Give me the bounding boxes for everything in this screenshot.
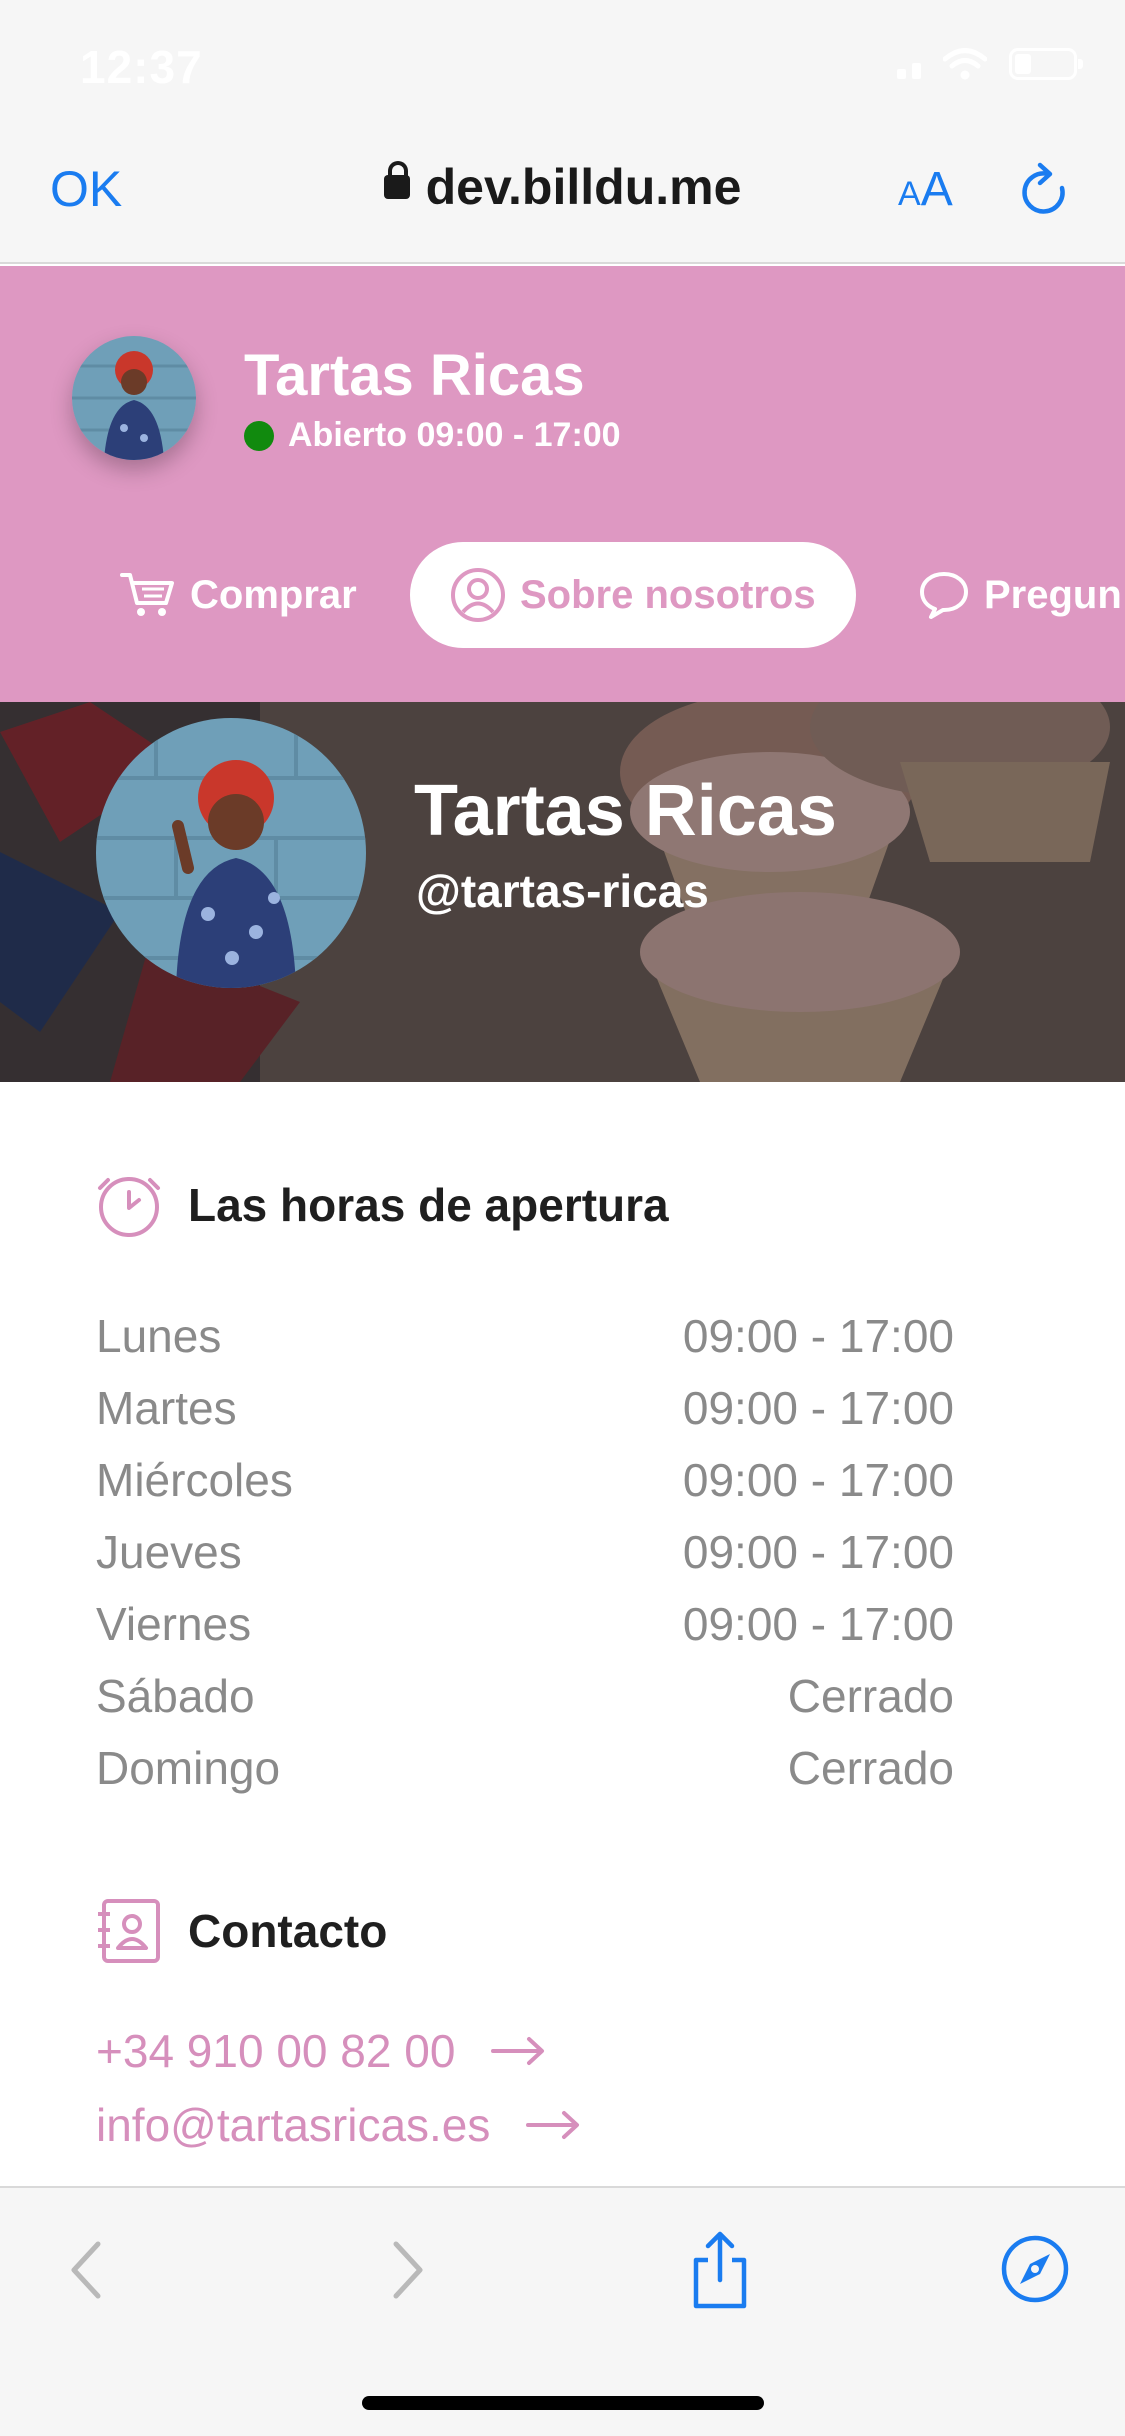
- list-item: Jueves 09:00 - 17:00: [96, 1526, 954, 1578]
- opening-hours-list: Lunes 09:00 - 17:00 Martes 09:00 - 17:00 M…: [96, 1300, 954, 1804]
- tab-preguntas[interactable]: Pregun: [918, 542, 1122, 648]
- phone-link[interactable]: +34 910 00 82 00: [96, 2024, 545, 2078]
- shop-header: Tartas Ricas Abierto 09:00 - 17:00 Compr…: [0, 266, 1125, 702]
- status-icons: [897, 48, 1083, 80]
- profile-handle: @tartas-ricas: [416, 865, 709, 917]
- tab-sobre-nosotros[interactable]: Sobre nosotros: [410, 542, 856, 648]
- compass-icon[interactable]: [1000, 2234, 1070, 2304]
- list-item: Domingo Cerrado: [96, 1742, 954, 1794]
- status-time: 12:37: [80, 41, 203, 93]
- list-item: Miércoles 09:00 - 17:00: [96, 1454, 954, 1506]
- open-status-dot: [244, 420, 274, 451]
- shop-name: Tartas Ricas: [244, 343, 585, 408]
- arrow-right-icon: [491, 2037, 545, 2065]
- browser-url-bar: OK dev.billdu.me AA: [0, 132, 1125, 264]
- open-status: Abierto 09:00 - 17:00: [244, 416, 621, 455]
- battery-icon: [1009, 48, 1083, 80]
- clock-icon: [98, 1177, 160, 1237]
- lock-icon: [383, 160, 410, 199]
- contact-section-title: Contacto: [96, 1898, 387, 1964]
- list-item: Viernes 09:00 - 17:00: [96, 1598, 954, 1650]
- hours-section-title: Las horas de apertura: [96, 1172, 669, 1238]
- profile-name: Tartas Ricas: [414, 771, 837, 851]
- reload-icon[interactable]: [1018, 162, 1072, 222]
- address-field[interactable]: dev.billdu.me: [0, 158, 1125, 216]
- shop-tabs: Comprar Sobre nosotros Pregun: [0, 542, 1125, 648]
- url-text: dev.billdu.me: [425, 159, 742, 215]
- profile-avatar[interactable]: [96, 718, 366, 988]
- email-link[interactable]: info@tartasricas.es: [96, 2098, 580, 2152]
- back-icon[interactable]: [66, 2238, 106, 2302]
- speech-bubble-icon: [920, 572, 968, 619]
- avatar[interactable]: [72, 336, 196, 460]
- cart-icon: [120, 573, 174, 616]
- address-book-icon: [98, 1899, 160, 1963]
- cover-banner: Tartas Ricas @tartas-ricas: [0, 702, 1125, 1082]
- text-size-button[interactable]: AA: [898, 162, 953, 217]
- user-circle-icon: [451, 568, 505, 622]
- list-item: Martes 09:00 - 17:00: [96, 1382, 954, 1434]
- list-item: Sábado Cerrado: [96, 1670, 954, 1722]
- wifi-icon: [943, 48, 987, 80]
- arrow-right-icon: [526, 2111, 580, 2139]
- forward-icon[interactable]: [388, 2238, 428, 2302]
- home-indicator[interactable]: [362, 2396, 764, 2410]
- list-item: Lunes 09:00 - 17:00: [96, 1310, 954, 1362]
- tab-comprar[interactable]: Comprar: [120, 542, 357, 648]
- status-bar: 12:37: [0, 0, 1125, 132]
- cellular-signal-icon: [897, 49, 921, 79]
- share-icon[interactable]: [688, 2230, 752, 2310]
